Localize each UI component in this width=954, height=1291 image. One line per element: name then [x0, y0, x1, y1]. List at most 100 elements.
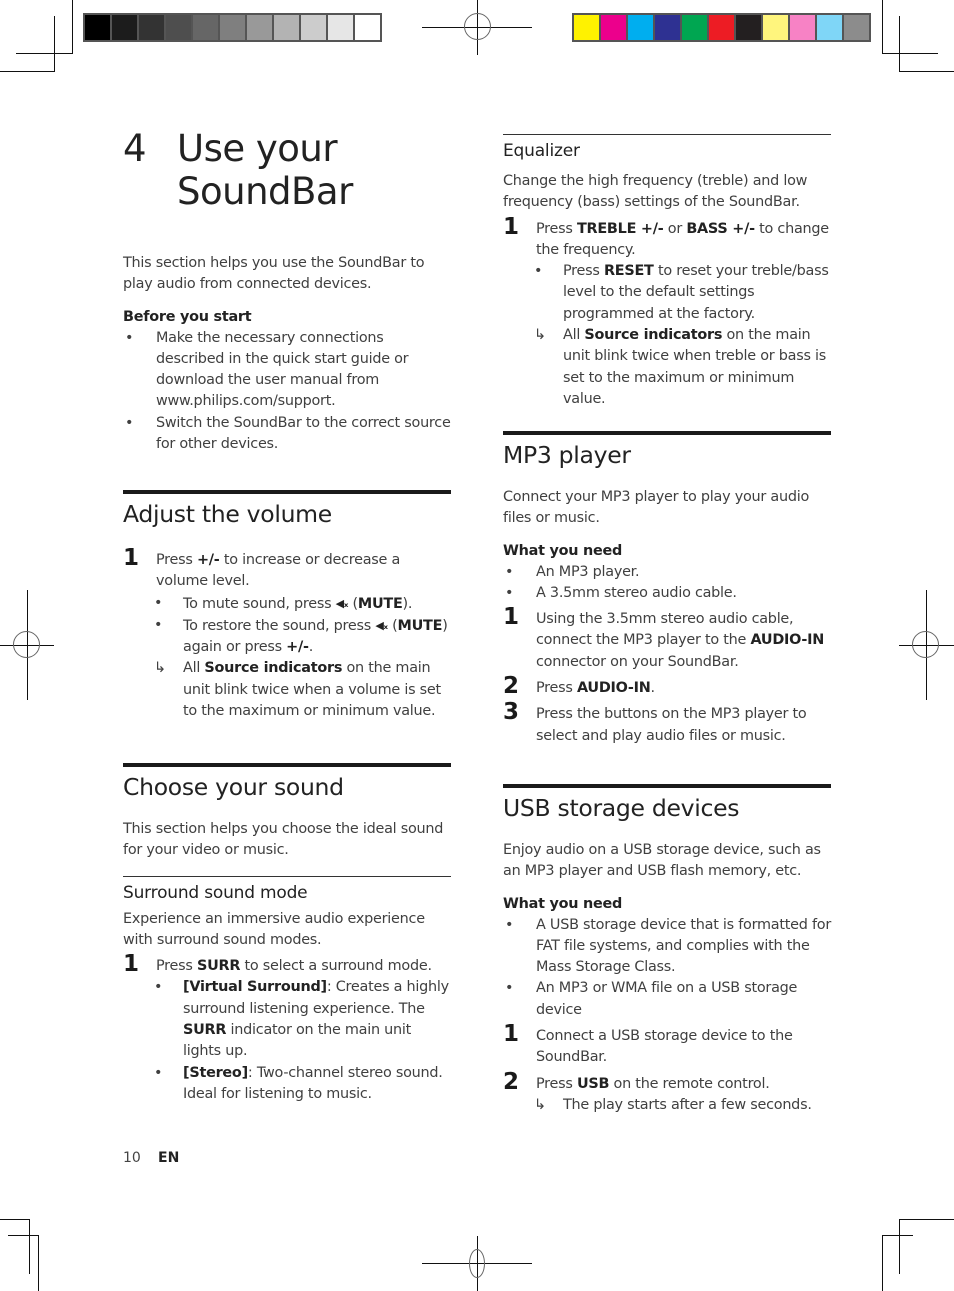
step-number: 1	[123, 545, 139, 571]
text-span: or	[663, 220, 687, 237]
list-item: • To restore the sound, press ◀ₓ (MUTE) …	[123, 615, 451, 659]
text-span: To restore the sound, press	[183, 617, 376, 634]
text-span: on the remote control.	[609, 1075, 770, 1092]
before-you-start-label: Before you start	[123, 308, 252, 325]
text-span: connector on your SoundBar.	[536, 653, 739, 670]
key-label: SURR	[183, 1022, 227, 1039]
color-swatch	[166, 15, 191, 40]
mp3-player-section: MP3 player Connect your MP3 player to pl…	[503, 431, 831, 747]
grayscale-calibration-bar	[83, 13, 382, 42]
list-item: An MP3 or WMA file on a USB storage devi…	[503, 978, 831, 1021]
list-item: • [Virtual Surround]: Creates a highly s…	[123, 977, 451, 1062]
color-swatch	[682, 15, 707, 40]
color-swatch	[601, 15, 626, 40]
section-heading: USB storage devices	[503, 794, 740, 822]
text-span	[13, 631, 40, 658]
text-span	[882, 1235, 883, 1291]
key-label: Source indicators	[204, 660, 343, 677]
text-span	[469, 1249, 485, 1278]
text-span	[0, 71, 55, 72]
section-rule	[503, 431, 831, 435]
key-label: SURR	[196, 958, 241, 975]
chapter-title: Use your SoundBar	[177, 127, 353, 213]
text-span	[72, 0, 73, 54]
text-span	[882, 0, 883, 54]
color-swatch	[736, 15, 761, 40]
result-note: ↳ The play starts after a few seconds.	[503, 1095, 831, 1116]
text-span	[912, 631, 939, 658]
text-span: All	[183, 660, 205, 677]
color-swatch	[274, 15, 299, 40]
step-number: 1	[123, 951, 139, 978]
color-calibration-bar	[572, 13, 871, 42]
text-span: 1 Press +/- to increase or decrease a vo…	[123, 545, 451, 722]
step-1: 1 Press SURR to select a surround mode.	[123, 951, 451, 978]
list-item: An MP3 player.	[503, 562, 831, 584]
step-1: 1 Press TREBLE +/- or BASS +/- to change…	[503, 215, 831, 262]
text-span: •	[534, 263, 543, 280]
surround-text: Experience an immersive audio experience…	[123, 910, 425, 948]
color-swatch	[709, 15, 734, 40]
intro-section: This section helps you use the SoundBar …	[123, 253, 451, 455]
text-span: Change the high frequency (treble) and l…	[503, 171, 831, 410]
section-heading: MP3 player	[503, 441, 631, 469]
section-heading: Adjust the volume	[123, 500, 332, 528]
section-rule	[123, 490, 451, 494]
step-2: 2 Press USB on the remote control.	[503, 1070, 831, 1095]
color-swatch	[655, 15, 680, 40]
text-span	[899, 16, 900, 71]
text-span	[16, 53, 73, 54]
subsection-rule	[503, 134, 831, 135]
color-swatch	[817, 15, 842, 40]
equalizer-text: Change the high frequency (treble) and l…	[503, 173, 808, 211]
color-swatch	[763, 15, 788, 40]
text-span: Enjoy audio on a USB storage device, suc…	[503, 840, 831, 1116]
key-label: AUDIO-IN	[576, 680, 651, 697]
result-arrow-icon: ↳	[534, 327, 546, 344]
text-span	[882, 1235, 913, 1236]
color-swatch	[220, 15, 245, 40]
mute-icon: ◀ₓ	[375, 618, 388, 632]
text-span: (	[387, 617, 398, 634]
choose-sound-text: This section helps you choose the ideal …	[123, 821, 444, 859]
list-item: A USB storage device that is formatted f…	[503, 915, 831, 979]
color-swatch	[139, 15, 164, 40]
text-span: •	[154, 1064, 163, 1081]
key-label: TREBLE +/-	[576, 220, 664, 237]
text-span	[882, 53, 938, 54]
color-swatch	[844, 15, 869, 40]
key-label: MUTE	[397, 617, 443, 634]
key-label: +/-	[286, 639, 309, 656]
text-span: ).	[402, 595, 413, 612]
text-span: Press	[156, 552, 197, 568]
section-rule	[503, 784, 831, 788]
text-span: •	[154, 594, 163, 611]
color-swatch	[247, 15, 272, 40]
text-span: •	[154, 979, 163, 996]
key-label: Source indicators	[584, 327, 723, 344]
usb-text: Enjoy audio on a USB storage device, suc…	[503, 842, 821, 880]
equalizer-section: Equalizer Change the high frequency (tre…	[503, 134, 831, 410]
subsection-heading: Equalizer	[503, 141, 580, 161]
text-span: .	[650, 680, 656, 697]
text-span	[8, 1235, 39, 1236]
language-code: EN	[158, 1150, 180, 1166]
usb-storage-section: USB storage devices Enjoy audio on a USB…	[503, 784, 831, 1116]
color-swatch	[574, 15, 599, 40]
text-span	[899, 1219, 954, 1220]
step-number: 2	[503, 673, 519, 700]
text-span: Press	[156, 958, 197, 975]
color-swatch	[301, 15, 326, 40]
step-2: 2 Press AUDIO-IN.	[503, 673, 831, 700]
what-you-need-label: What you need	[503, 542, 623, 559]
mute-icon: ◀ₓ	[335, 596, 349, 610]
text-span: Press the buttons on the MP3 player to s…	[536, 706, 807, 744]
step-number: 1	[503, 1021, 519, 1048]
choose-sound-section: Choose your sound This section helps you…	[123, 763, 451, 1105]
step-1: 1 Using the 3.5mm stereo audio cable, co…	[503, 606, 831, 673]
key-label: BASS +/-	[686, 220, 755, 237]
key-label: RESET	[603, 263, 654, 280]
text-span	[0, 1219, 30, 1220]
key-label: AUDIO-IN	[750, 632, 825, 649]
subsection-heading: Surround sound mode	[123, 882, 308, 903]
